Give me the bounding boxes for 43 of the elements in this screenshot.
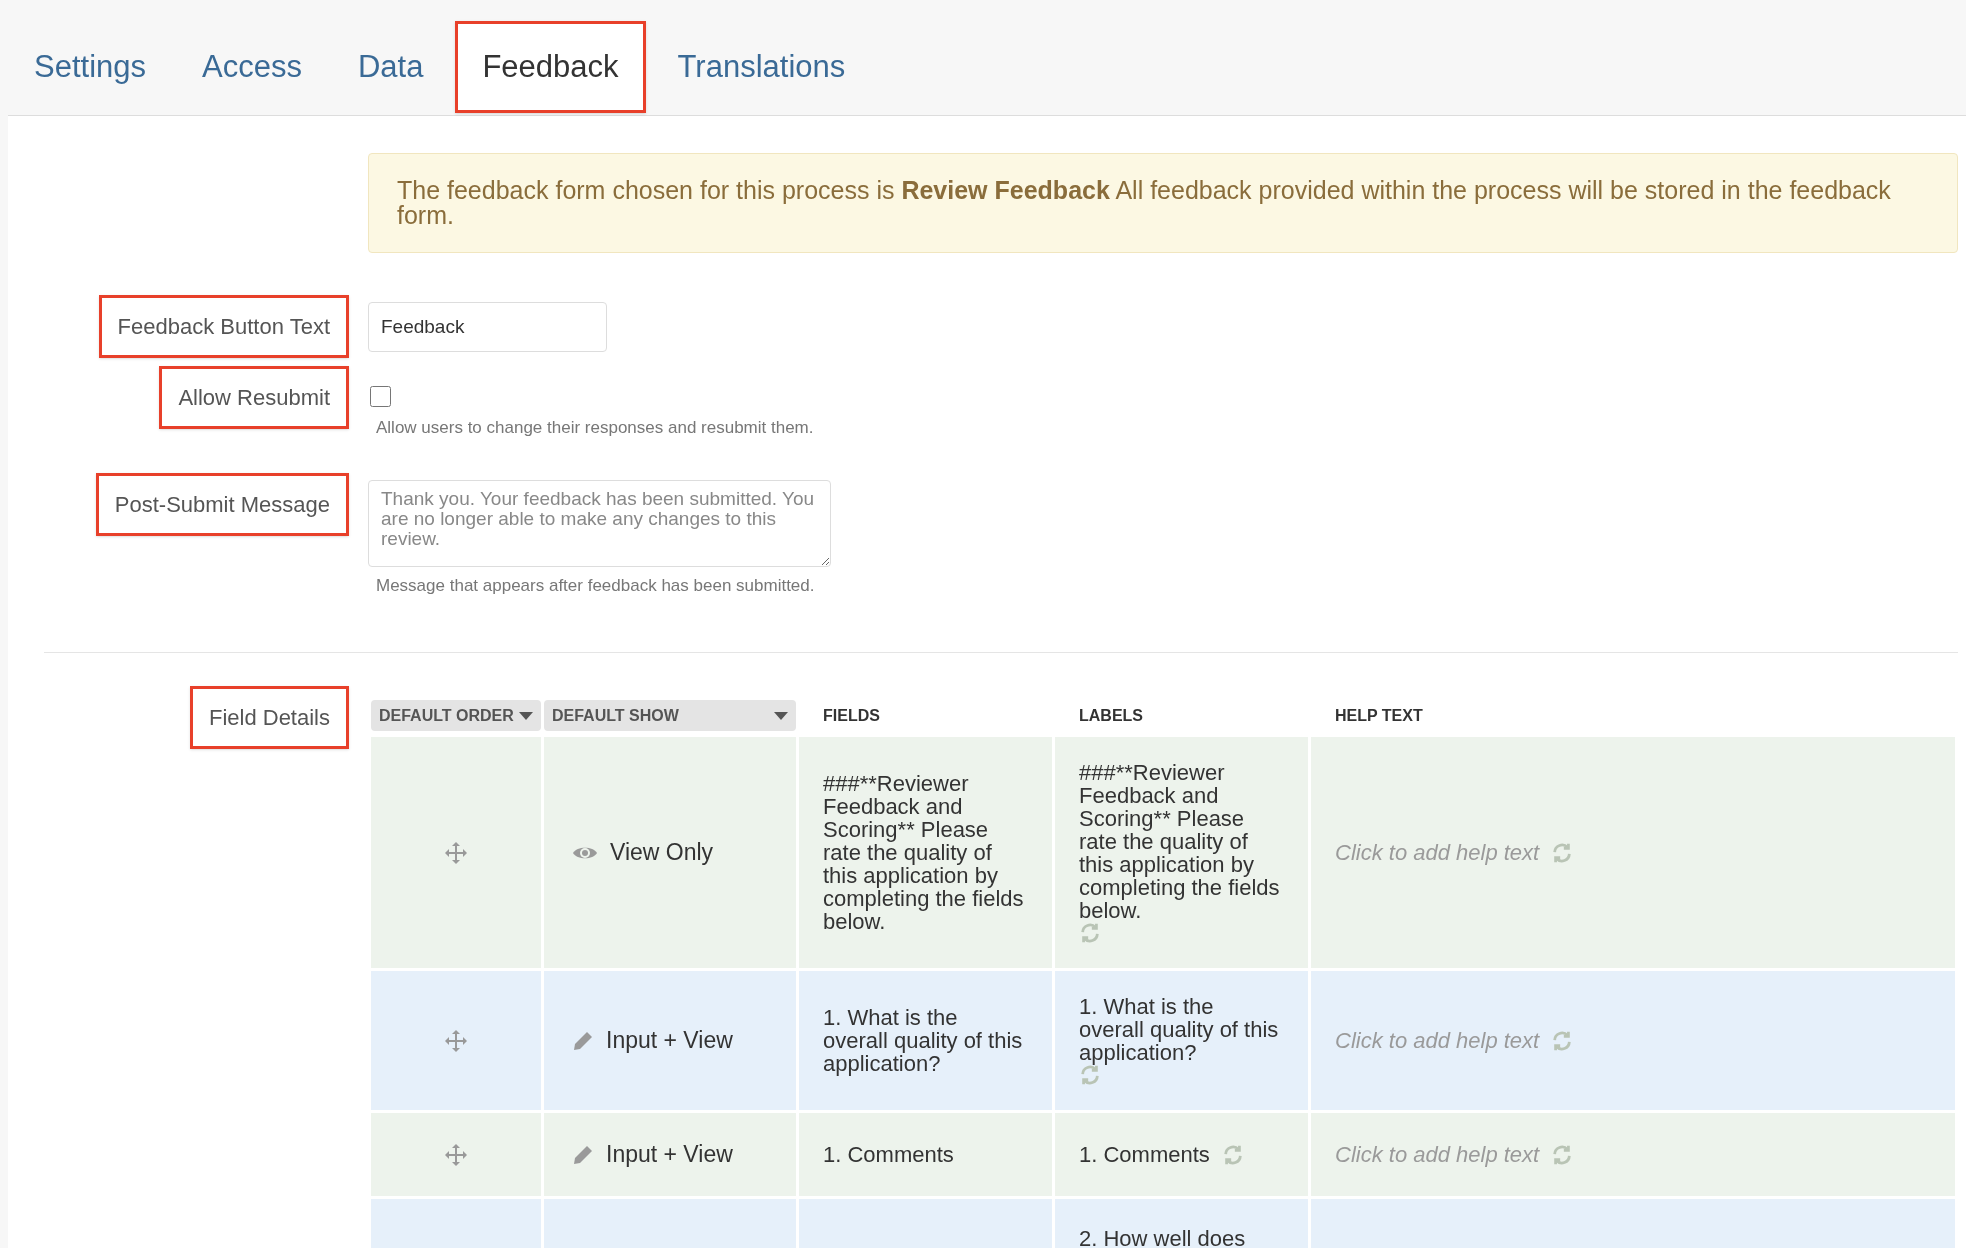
field-label: Allow Resubmit xyxy=(159,366,349,429)
column-header: HELP TEXT xyxy=(1335,705,1423,726)
move-icon[interactable] xyxy=(444,1028,468,1053)
refresh-icon[interactable] xyxy=(1551,1143,1574,1166)
help-text: Allow users to change their responses and resubmit them. xyxy=(376,417,814,439)
column-header: FIELDS xyxy=(823,705,880,726)
field-label-text: ###**Reviewer Feedback and Scoring** Please rate the quality of this application by completing the fields below. xyxy=(1079,761,1281,922)
field-name: 1. What is the overall quality of this application? xyxy=(823,1006,1024,1075)
tab[interactable]: Access xyxy=(178,21,326,113)
pencil-icon xyxy=(572,1143,594,1166)
column-dropdown[interactable]: DEFAULT SHOW xyxy=(544,700,796,731)
message-field[interactable]: Thank you. Your feedback has been submitted. You are no longer able to make any changes to this review. xyxy=(368,479,831,567)
pencil-icon xyxy=(572,1029,594,1052)
field-name: 1. Comments xyxy=(823,1143,954,1166)
show-mode: View Only xyxy=(610,838,714,868)
show-mode: Input + View xyxy=(606,1026,733,1056)
field-label-text: 1. What is the overall quality of this application? xyxy=(1079,995,1280,1064)
show-mode: Input + View xyxy=(606,1140,733,1170)
checkbox[interactable] xyxy=(370,386,391,407)
caret-icon xyxy=(774,711,788,720)
field-label: Post-Submit Message xyxy=(95,472,349,536)
field-label: Feedback Button Text xyxy=(98,295,349,358)
refresh-icon[interactable] xyxy=(1079,922,1101,944)
column-header: LABELS xyxy=(1079,705,1143,726)
help-text: Message that appears after feedback has been submitted. xyxy=(376,574,816,597)
tab[interactable]: Data xyxy=(333,21,448,113)
tab[interactable]: Settings xyxy=(10,21,170,113)
field-name: ###**Reviewer Feedback and Scoring** Please rate the quality of this application by completing the fields below. xyxy=(823,772,1025,933)
refresh-icon[interactable] xyxy=(1079,1064,1101,1086)
move-icon[interactable] xyxy=(444,1142,468,1167)
field-label: Field Details xyxy=(189,686,349,749)
refresh-icon[interactable] xyxy=(1221,1144,1244,1166)
alert-message: The feedback form chosen for this process is Review Feedback All feedback provided within the process will be stored in the feedback form. xyxy=(397,176,1891,229)
tab[interactable]: Translations xyxy=(653,21,870,113)
column-dropdown[interactable]: DEFAULT ORDER xyxy=(371,700,541,731)
field-label-text: 2. How well does xyxy=(1079,1227,1246,1248)
tab[interactable]: Feedback xyxy=(455,21,646,113)
refresh-icon[interactable] xyxy=(1551,1029,1574,1052)
caret-icon xyxy=(519,711,533,720)
text-field[interactable]: Feedback xyxy=(368,301,607,352)
field-label-text: 1. Comments xyxy=(1079,1143,1210,1166)
move-icon[interactable] xyxy=(444,840,468,865)
refresh-icon[interactable] xyxy=(1551,841,1574,864)
